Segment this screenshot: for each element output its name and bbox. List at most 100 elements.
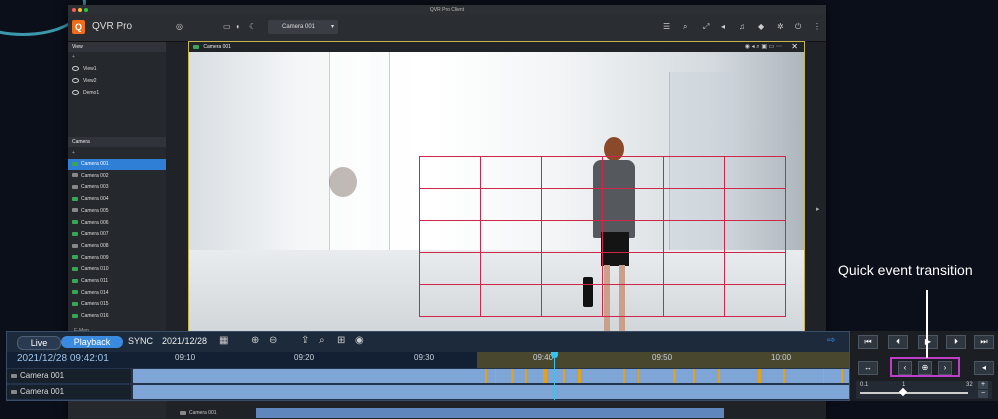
- user-icon[interactable]: ◎: [176, 22, 183, 31]
- event-marker[interactable]: [543, 369, 547, 383]
- sync-button[interactable]: SYNC: [128, 336, 153, 346]
- event-marker[interactable]: [525, 369, 527, 383]
- tick-label: 10:00: [771, 353, 792, 362]
- event-marker[interactable]: [718, 369, 720, 383]
- playhead-handle[interactable]: [551, 352, 558, 358]
- event-marker[interactable]: [563, 369, 565, 383]
- camera-item[interactable]: Camera 005: [68, 206, 166, 217]
- speaker-icon[interactable]: ◂: [721, 22, 725, 31]
- camera-item[interactable]: Camera 001: [68, 159, 166, 170]
- viewport-tools[interactable]: ◉ ◂ ⌕ ▣ ▭ ⋯: [745, 42, 782, 52]
- layout-icon[interactable]: ☰: [663, 22, 670, 31]
- camera-item[interactable]: Camera 003: [68, 182, 166, 193]
- event-marker[interactable]: [578, 369, 581, 383]
- speed-plus-button[interactable]: +: [978, 381, 988, 389]
- view-item-3[interactable]: Demo1: [68, 88, 166, 99]
- view-item-2[interactable]: View2: [68, 76, 166, 87]
- live-button[interactable]: Live: [17, 336, 61, 350]
- recording-track[interactable]: [133, 369, 849, 383]
- speed-minus-button[interactable]: −: [978, 390, 988, 398]
- monitor-icon[interactable]: ▭: [223, 22, 231, 31]
- view-item-1[interactable]: View1: [68, 64, 166, 75]
- collapse-icon[interactable]: ▸: [816, 205, 824, 215]
- zoom-out-icon[interactable]: ⊖: [269, 335, 277, 346]
- camera-item[interactable]: Camera 006: [68, 218, 166, 229]
- last-frame-button[interactable]: ⏭: [974, 335, 994, 349]
- speed-slider[interactable]: 0.1 1 32 + −: [856, 381, 992, 399]
- previous-event-button[interactable]: ‹: [898, 361, 912, 375]
- event-marker[interactable]: [485, 369, 487, 383]
- camera-icon: [180, 410, 186, 415]
- close-window-button[interactable]: [72, 8, 76, 12]
- camera-item-label: Camera 002: [81, 172, 109, 179]
- event-zoom-icon[interactable]: ⊕: [918, 361, 932, 375]
- night-icon: ☾: [249, 22, 257, 31]
- notification-icon[interactable]: ♫: [739, 22, 745, 31]
- zoom-in-icon[interactable]: ⊕: [251, 335, 259, 346]
- close-icon[interactable]: ✕: [791, 42, 798, 52]
- event-marker[interactable]: [511, 369, 514, 383]
- date-field[interactable]: 2021/12/28: [162, 336, 207, 346]
- camera-item[interactable]: Camera 008: [68, 241, 166, 252]
- camera-item[interactable]: Camera 004: [68, 194, 166, 205]
- app-name: QVR Pro: [92, 21, 133, 32]
- record-icon[interactable]: ◉: [355, 335, 364, 346]
- camera-viewport[interactable]: Camera 001 ✕ ◉ ◂ ⌕ ▣ ▭ ⋯: [188, 41, 805, 341]
- camera-item[interactable]: Camera 007: [68, 229, 166, 240]
- export-icon[interactable]: ⇪: [301, 335, 309, 346]
- search-event-icon[interactable]: ⌕: [319, 335, 325, 346]
- app-toolbar: Q QVR Pro ◎ ▭ ◐ ☾ Camera 001 ▾ ☰ ⌕ ⤢ ◂ ♫…: [68, 15, 826, 42]
- share-icon[interactable]: ⇨: [827, 335, 835, 346]
- gear-icon[interactable]: ✲: [777, 22, 784, 31]
- time-ruler[interactable]: 2021/12/28 09:42:01 09:10 09:20 09:30 09…: [7, 352, 849, 368]
- minimize-window-button[interactable]: [78, 8, 82, 12]
- playback-button[interactable]: Playback: [61, 336, 123, 348]
- recording-track[interactable]: [133, 385, 849, 399]
- event-marker[interactable]: [693, 369, 695, 383]
- next-event-button[interactable]: ›: [938, 361, 952, 375]
- video-frame: [189, 52, 804, 340]
- next-frame-button[interactable]: ⏵: [946, 335, 966, 349]
- add-icon[interactable]: +: [72, 150, 75, 156]
- playhead[interactable]: [554, 352, 555, 400]
- play-button[interactable]: ▶: [918, 335, 938, 349]
- event-marker[interactable]: [638, 369, 639, 383]
- event-marker[interactable]: [623, 369, 625, 383]
- previous-frame-button[interactable]: ⏴: [888, 335, 908, 349]
- view-section-header[interactable]: View: [68, 42, 166, 52]
- camera-select[interactable]: Camera 001 ▾: [268, 20, 338, 34]
- camera-item-label: Camera 006: [81, 219, 109, 226]
- event-marker[interactable]: [673, 369, 676, 383]
- camera-item[interactable]: Camera 016: [68, 311, 166, 322]
- bookmark-icon[interactable]: ⊞: [337, 335, 345, 346]
- speed-thumb[interactable]: [898, 387, 908, 397]
- search-icon[interactable]: ⌕: [683, 22, 687, 32]
- motion-grid-cell: [602, 156, 664, 189]
- more-icon[interactable]: ⋮: [813, 22, 821, 31]
- eye-icon: [72, 66, 79, 72]
- event-marker[interactable]: [823, 369, 824, 383]
- event-marker[interactable]: [841, 369, 843, 383]
- camera-item-label: Camera 009: [81, 254, 109, 261]
- camera-item[interactable]: Camera 002: [68, 171, 166, 182]
- camera-item[interactable]: Camera 009: [68, 253, 166, 264]
- event-marker[interactable]: [495, 369, 496, 383]
- camera-section-header[interactable]: Camera: [68, 137, 166, 147]
- collapse-button[interactable]: ◂: [974, 361, 994, 375]
- camera-item[interactable]: Camera 010: [68, 264, 166, 275]
- event-marker[interactable]: [758, 369, 761, 383]
- event-marker[interactable]: [783, 369, 785, 383]
- fullscreen-icon[interactable]: ⤢: [703, 22, 709, 32]
- camera-item[interactable]: Camera 011: [68, 276, 166, 287]
- logout-icon[interactable]: ⏻: [795, 22, 801, 32]
- camera-item[interactable]: Camera 015: [68, 299, 166, 310]
- camera-item-label: Camera 001: [81, 161, 109, 167]
- add-icon[interactable]: +: [72, 54, 75, 60]
- expand-timeline-button[interactable]: ↔: [858, 361, 878, 375]
- calendar-icon[interactable]: ▦: [219, 335, 228, 346]
- motion-grid-cell: [724, 284, 786, 317]
- first-frame-button[interactable]: ⏮: [858, 335, 878, 349]
- maximize-window-button[interactable]: [84, 8, 88, 12]
- camera-item[interactable]: Camera 014: [68, 288, 166, 299]
- alert-icon[interactable]: ◆: [758, 22, 764, 31]
